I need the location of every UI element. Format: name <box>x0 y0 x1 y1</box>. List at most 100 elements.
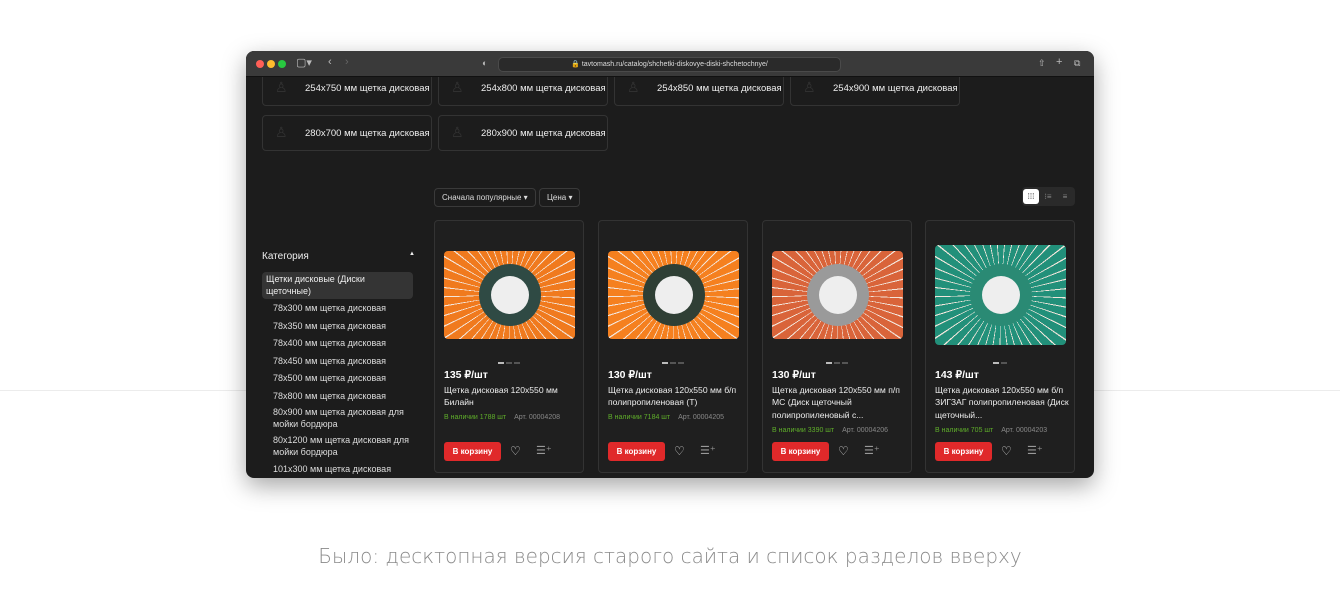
brush-icon: ♙ <box>803 79 816 95</box>
add-to-cart-button[interactable]: В корзину <box>444 442 501 461</box>
chip-label: 254x800 мм щетка дисковая <box>481 82 606 94</box>
product-price: 135 ₽/шт <box>444 369 488 381</box>
chip-label: 254x750 мм щетка дисковая <box>305 82 430 94</box>
brush-center <box>654 276 693 314</box>
sidebar-item[interactable]: 80x1200 мм щетка дисковая для мойки борд… <box>273 435 413 458</box>
brush-icon: ♙ <box>451 124 464 140</box>
chip-label: 254x900 мм щетка дисковая <box>833 82 958 94</box>
chip-label: 280x900 мм щетка дисковая <box>481 127 606 139</box>
add-to-cart-button[interactable]: В корзину <box>772 442 829 461</box>
product-meta: В наличии 3390 шт Арт. 00004206 <box>772 427 888 434</box>
view-switcher: ⁞⁞⁞ ⁝≡ ≡ <box>1022 187 1075 206</box>
article-number: Арт. 00004203 <box>1001 427 1048 434</box>
compare-list-add-icon[interactable]: ☰⁺ <box>864 444 880 457</box>
sidebar-item[interactable]: 78x800 мм щетка дисковая <box>273 391 413 403</box>
chip-label: 254x850 мм щетка дисковая <box>657 82 782 94</box>
article-number: Арт. 00004205 <box>678 414 724 421</box>
chip-label: 280x700 мм щетка дисковая <box>305 127 430 139</box>
close-window-button[interactable] <box>256 60 264 68</box>
sort-label: Цена <box>547 193 567 202</box>
address-bar[interactable]: 🔒 tavtomash.ru/catalog/shchetki-diskovye… <box>498 57 841 72</box>
sidebar-item[interactable]: 78x300 мм щетка дисковая <box>273 303 413 315</box>
product-image[interactable] <box>608 251 739 339</box>
stock-status: В наличии 7184 шт <box>608 414 671 421</box>
sort-popular-dropdown[interactable]: Сначала популярные ▾ <box>434 188 536 207</box>
sidebar-toggle-icon[interactable]: ▢▾ <box>296 56 312 69</box>
product-card[interactable]: 143 ₽/шт Щетка дисковая 120x550 мм б/п З… <box>925 220 1075 473</box>
maximize-window-button[interactable] <box>278 60 286 68</box>
stock-status: В наличии 705 шт <box>935 427 994 434</box>
sidebar-item-selected[interactable]: Щетки дисковые (Диски щеточные) <box>262 272 413 299</box>
product-card[interactable]: 130 ₽/шт Щетка дисковая 120x550 мм б/п п… <box>598 220 748 473</box>
browser-window: ▢▾ ‹ › ◐ 🔒 tavtomash.ru/catalog/shchetki… <box>246 51 1094 478</box>
caption: Было: десктопная версия старого сайта и … <box>318 544 1022 568</box>
category-chip[interactable]: ♙ 254x900 мм щетка дисковая <box>790 77 960 106</box>
browser-toolbar: ▢▾ ‹ › ◐ 🔒 tavtomash.ru/catalog/shchetki… <box>246 51 1094 77</box>
share-icon[interactable]: ⇧ <box>1038 58 1046 69</box>
stock-status: В наличии 1788 шт <box>444 414 507 421</box>
brush-center <box>981 276 1020 314</box>
image-pager[interactable] <box>926 362 1074 364</box>
category-chip[interactable]: ♙ 280x700 мм щетка дисковая <box>262 115 432 151</box>
forward-icon[interactable]: › <box>345 56 349 68</box>
tabs-overview-icon[interactable]: ⧉ <box>1074 58 1080 69</box>
category-chip[interactable]: ♙ 254x800 мм щетка дисковая <box>438 77 608 106</box>
heart-icon[interactable]: ♡ <box>674 444 685 458</box>
heart-icon[interactable]: ♡ <box>838 444 849 458</box>
product-price: 130 ₽/шт <box>772 369 816 381</box>
product-title[interactable]: Щетка дисковая 120x550 мм б/п полипропил… <box>608 384 743 409</box>
sidebar-item[interactable]: 78x350 мм щетка дисковая <box>273 321 413 333</box>
add-to-cart-button[interactable]: В корзину <box>935 442 992 461</box>
heart-icon[interactable]: ♡ <box>1001 444 1012 458</box>
sidebar-item[interactable]: 101x300 мм щетка дисковая <box>273 464 413 476</box>
compare-list-add-icon[interactable]: ☰⁺ <box>700 444 716 457</box>
privacy-shield-icon[interactable]: ◐ <box>482 58 487 68</box>
sort-price-dropdown[interactable]: Цена ▾ <box>539 188 581 207</box>
brush-icon: ♙ <box>451 79 464 95</box>
brush-center <box>818 276 857 314</box>
category-chip[interactable]: ♙ 280x900 мм щетка дисковая <box>438 115 608 151</box>
back-icon[interactable]: ‹ <box>328 56 332 68</box>
brush-icon: ♙ <box>275 124 288 140</box>
new-tab-icon[interactable]: + <box>1056 56 1062 68</box>
collapse-chevron-icon[interactable]: ▲ <box>409 251 415 257</box>
url-text: tavtomash.ru/catalog/shchetki-diskovye-d… <box>581 61 768 68</box>
image-pager[interactable] <box>599 362 747 364</box>
product-card[interactable]: 135 ₽/шт Щетка дисковая 120x550 мм Билай… <box>434 220 584 473</box>
product-title[interactable]: Щетка дисковая 120x550 мм б/п ЗИГЗАГ пол… <box>935 384 1070 421</box>
filter-heading: Категория <box>262 251 309 262</box>
product-meta: В наличии 7184 шт Арт. 00004205 <box>608 414 724 421</box>
sidebar-item[interactable]: 80x900 мм щетка дисковая для мойки бордю… <box>273 407 413 430</box>
brush-icon: ♙ <box>627 79 640 95</box>
product-image[interactable] <box>935 245 1066 345</box>
sidebar-item[interactable]: 78x450 мм щетка дисковая <box>273 356 413 368</box>
category-chip[interactable]: ♙ 254x750 мм щетка дисковая <box>262 77 432 106</box>
stock-status: В наличии 3390 шт <box>772 427 835 434</box>
brush-icon: ♙ <box>275 79 288 95</box>
grid-view-icon[interactable]: ⁞⁞⁞ <box>1023 189 1039 204</box>
product-title[interactable]: Щетка дисковая 120x550 мм п/п МС (Диск щ… <box>772 384 907 421</box>
article-number: Арт. 00004208 <box>514 414 560 421</box>
compact-list-view-icon[interactable]: ⁝≡ <box>1040 189 1056 204</box>
page-content: ♙ 254x750 мм щетка дисковая ♙ 254x800 мм щ… <box>246 77 1094 478</box>
product-title[interactable]: Щетка дисковая 120x550 мм Билайн <box>444 384 579 409</box>
product-image[interactable] <box>444 251 575 339</box>
list-view-icon[interactable]: ≡ <box>1057 189 1073 204</box>
image-pager[interactable] <box>763 362 911 364</box>
minimize-window-button[interactable] <box>267 60 275 68</box>
add-to-cart-button[interactable]: В корзину <box>608 442 665 461</box>
product-card[interactable]: 130 ₽/шт Щетка дисковая 120x550 мм п/п М… <box>762 220 912 473</box>
product-price: 143 ₽/шт <box>935 369 979 381</box>
product-image[interactable] <box>772 251 903 339</box>
heart-icon[interactable]: ♡ <box>510 444 521 458</box>
article-number: Арт. 00004206 <box>842 427 888 434</box>
sort-label: Сначала популярные <box>442 193 522 202</box>
category-chip[interactable]: ♙ 254x850 мм щетка дисковая <box>614 77 784 106</box>
sidebar-item[interactable]: 78x500 мм щетка дисковая <box>273 373 413 385</box>
product-meta: В наличии 705 шт Арт. 00004203 <box>935 427 1047 434</box>
compare-list-add-icon[interactable]: ☰⁺ <box>1027 444 1043 457</box>
compare-list-add-icon[interactable]: ☰⁺ <box>536 444 552 457</box>
sidebar-item[interactable]: 78x400 мм щетка дисковая <box>273 338 413 350</box>
brush-center <box>490 276 529 314</box>
image-pager[interactable] <box>435 362 583 364</box>
